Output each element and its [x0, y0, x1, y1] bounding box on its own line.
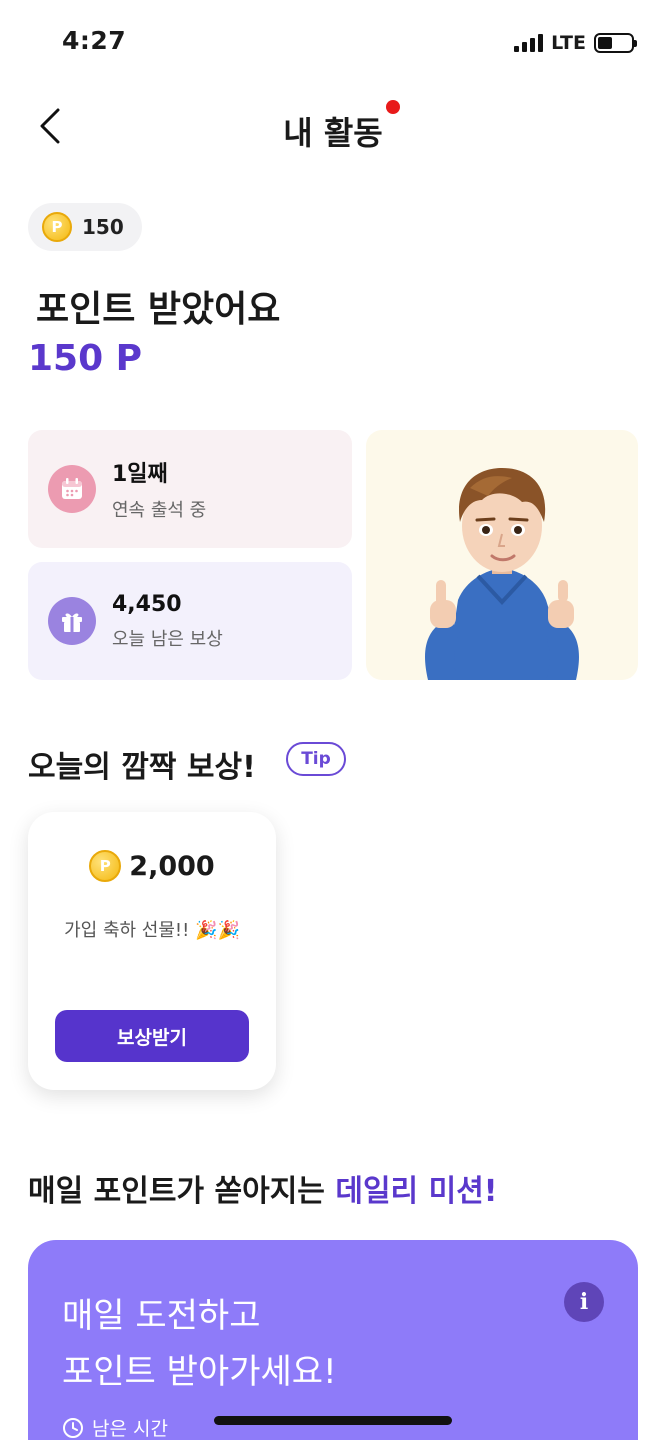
- avatar-card: [366, 430, 638, 680]
- point-balance-value: 150: [82, 215, 124, 239]
- surprise-reward-card: P 2,000 가입 축하 선물!! 🎉🎉 보상받기: [28, 812, 276, 1090]
- daily-mission-card[interactable]: 매일 도전하고 포인트 받아가세요! i 남은 시간: [28, 1240, 638, 1440]
- mission-card-line2: 포인트 받아가세요!: [62, 1352, 337, 1392]
- daily-mission-title-accent: 데일리 미션!: [335, 1174, 498, 1209]
- page-title: 내 활동: [283, 114, 383, 152]
- tip-button[interactable]: Tip: [286, 742, 346, 776]
- point-coin-icon: P: [42, 212, 72, 242]
- notification-dot: [386, 100, 400, 114]
- network-label: LTE: [551, 32, 586, 54]
- home-indicator: [214, 1416, 452, 1425]
- reward-amount-row: P 2,000: [28, 850, 276, 882]
- mission-card-line1: 매일 도전하고: [62, 1296, 261, 1336]
- info-button[interactable]: i: [564, 1282, 604, 1322]
- attendance-value: 1일째: [112, 462, 168, 487]
- gift-icon: [48, 597, 96, 645]
- status-indicators: LTE: [514, 32, 637, 54]
- points-received-headline: 포인트 받았어요: [36, 289, 281, 330]
- top-header: 내 활동: [0, 94, 666, 164]
- points-received-amount: 150 P: [28, 338, 143, 379]
- status-bar: 4:27 LTE: [0, 0, 666, 86]
- remaining-reward-label: 오늘 남은 보상: [112, 628, 223, 650]
- mission-card-text: 매일 도전하고 포인트 받아가세요!: [62, 1288, 337, 1400]
- surprise-reward-title: 오늘의 깜짝 보상!: [28, 750, 256, 785]
- battery-icon: [594, 33, 637, 53]
- attendance-card[interactable]: 1일째 연속 출석 중: [28, 430, 352, 548]
- avatar-thumbs-up-illustration: [425, 468, 579, 680]
- calendar-icon: [48, 465, 96, 513]
- remaining-reward-value: 4,450: [112, 591, 182, 617]
- clock-icon: [63, 1417, 83, 1438]
- status-time: 4:27: [62, 26, 127, 55]
- signal-icon: [514, 34, 544, 52]
- point-balance-chip[interactable]: P 150: [28, 203, 142, 251]
- daily-mission-title-prefix: 매일 포인트가 쏟아지는: [28, 1174, 336, 1209]
- daily-mission-title: 매일 포인트가 쏟아지는 데일리 미션!: [28, 1166, 497, 1210]
- reward-amount: 2,000: [129, 850, 215, 882]
- attendance-label: 연속 출석 중: [112, 500, 207, 521]
- claim-reward-button[interactable]: 보상받기: [55, 1010, 249, 1062]
- remaining-time-label: 남은 시간: [92, 1418, 168, 1440]
- reward-message: 가입 축하 선물!! 🎉🎉: [64, 920, 240, 941]
- remaining-reward-card[interactable]: 4,450 오늘 남은 보상: [28, 562, 352, 680]
- point-coin-icon: P: [89, 850, 122, 882]
- remaining-time-row: 남은 시간: [62, 1414, 168, 1440]
